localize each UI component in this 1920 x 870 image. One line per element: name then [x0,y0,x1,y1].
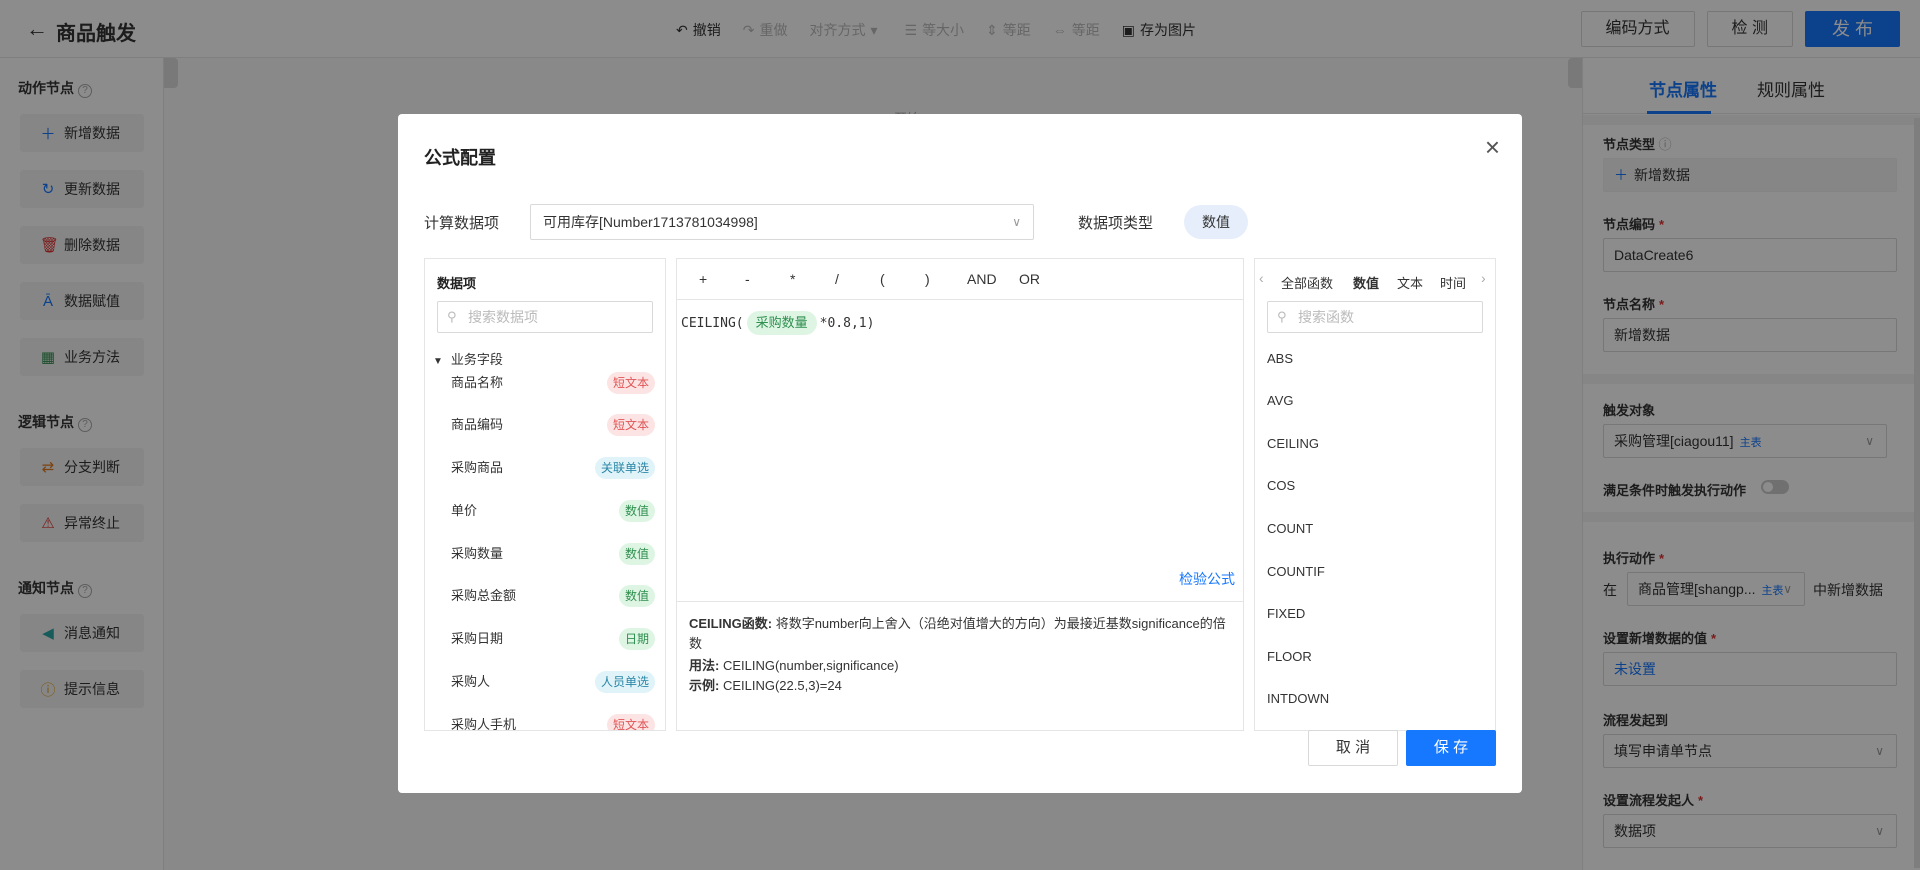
close-icon[interactable]: × [1485,132,1500,163]
list-item[interactable]: ABS [1267,351,1293,366]
operator-divide[interactable]: / [835,271,839,287]
search-icon: ⚲ [447,309,457,324]
operator-minus[interactable]: - [745,271,750,287]
type-badge: 数值 [618,585,655,607]
list-item[interactable]: COUNT [1267,521,1313,536]
operator-right-paren[interactable]: ) [925,271,930,287]
tab-numeric-functions[interactable]: 数值 [1353,273,1379,292]
search-icon: ⚲ [1277,309,1287,324]
type-badge: 关联单选 [594,457,655,479]
caret-down-icon: ▼ [433,356,443,367]
list-item[interactable]: 商品名称 短文本 [451,371,655,395]
list-item[interactable]: 采购人手机 短文本 [451,713,655,730]
operator-and[interactable]: AND [967,271,997,287]
chevron-down-icon: ∨ [1012,215,1021,229]
chevron-right-icon[interactable]: › [1481,270,1486,286]
group-business-fields[interactable]: ▼ 业务字段 [433,349,503,368]
operator-plus[interactable]: + [699,271,707,287]
data-item-search-input[interactable]: ⚲ 搜索数据项 [437,301,653,333]
list-item[interactable]: COS [1267,478,1295,493]
type-badge: 人员单选 [594,671,655,693]
dialog-title: 公式配置 [424,148,496,168]
list-item[interactable]: AVG [1267,393,1294,408]
list-item[interactable]: FIXED [1267,606,1305,621]
operator-multiply[interactable]: * [790,271,795,287]
list-item[interactable]: 商品编码 短文本 [451,413,655,437]
formula-input[interactable]: CEILING( 采购数量 *0.8,1) [681,311,874,335]
tab-time-functions[interactable]: 时间 [1440,273,1466,292]
function-category-tabs: ‹ 全部函数 数值 文本 时间 › [1255,259,1495,297]
operator-or[interactable]: OR [1019,271,1040,287]
formula-dialog: 公式配置 × 计算数据项 可用库存[Number1713781034998] ∨ … [398,114,1522,793]
list-item[interactable]: INTDOWN [1267,691,1329,706]
list-item[interactable]: 采购日期 日期 [451,627,655,651]
type-badge: 短文本 [606,714,655,730]
list-item[interactable]: 采购商品 关联单选 [451,456,655,480]
list-item[interactable]: CEILING [1267,436,1319,451]
type-badge: 短文本 [606,372,655,394]
list-item[interactable]: 单价 数值 [451,499,655,523]
calc-item-select[interactable]: 可用库存[Number1713781034998] ∨ [530,204,1034,240]
operator-bar: + - * / ( ) AND OR [677,259,1243,300]
type-badge: 短文本 [606,414,655,436]
list-item[interactable]: 采购人 人员单选 [451,670,655,694]
tab-text-functions[interactable]: 文本 [1397,273,1423,292]
formula-field-chip[interactable]: 采购数量 [746,311,817,335]
operator-left-paren[interactable]: ( [880,271,885,287]
data-items-panel: 数据项 ⚲ 搜索数据项 ▼ 业务字段 商品名称 短文本 商品编码 短文本 采购商品 关联单… [424,258,666,731]
chevron-left-icon[interactable]: ‹ [1259,270,1264,286]
type-badge: 数值 [618,543,655,565]
function-description: CEILING函数: 将数字number向上舍入（沿绝对值增大的方向）为最接近基… [677,601,1243,730]
functions-panel: ‹ 全部函数 数值 文本 时间 › ⚲ 搜索函数 ABS AVG CEILING … [1254,258,1496,731]
cancel-button[interactable]: 取 消 [1308,730,1398,766]
formula-editor-panel: + - * / ( ) AND OR CEILING( 采购数量 *0.8,1)… [676,258,1244,731]
list-item[interactable]: FLOOR [1267,649,1312,664]
tab-all-functions[interactable]: 全部函数 [1281,273,1333,292]
data-items-header: 数据项 [437,276,477,291]
item-type-label: 数据项类型 [1078,215,1154,232]
function-search-input[interactable]: ⚲ 搜索函数 [1267,301,1483,333]
calc-item-label: 计算数据项 [424,215,500,232]
save-button[interactable]: 保 存 [1406,730,1496,766]
verify-formula-link[interactable]: 检验公式 [1179,569,1235,589]
list-item[interactable]: COUNTIF [1267,564,1325,579]
list-item[interactable]: 采购数量 数值 [451,542,655,566]
list-item[interactable]: 采购总金额 数值 [451,584,655,608]
type-badge: 日期 [618,628,655,650]
type-badge: 数值 [618,500,655,522]
item-type-badge: 数值 [1184,205,1248,239]
